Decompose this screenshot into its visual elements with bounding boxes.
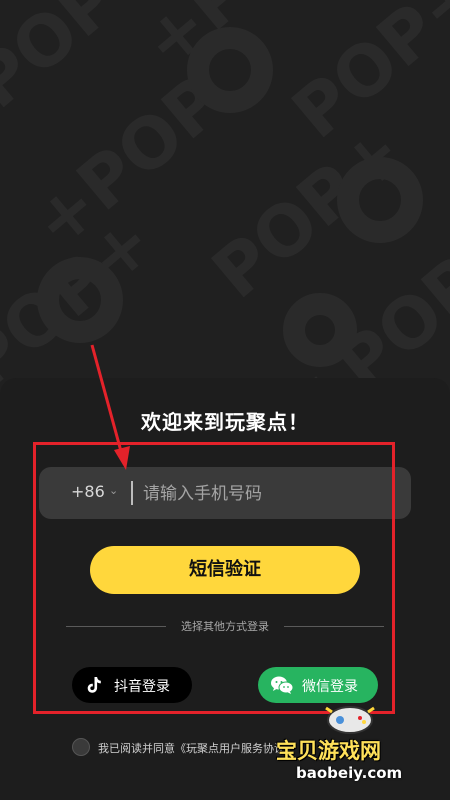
annotation-highlight-box — [33, 442, 395, 714]
svg-text:POP+: POP+ — [0, 200, 169, 400]
gamepad-logo-icon — [325, 706, 375, 734]
svg-text:POP+: POP+ — [197, 110, 419, 315]
watermark-domain: baobeiy.com — [296, 764, 403, 782]
background-pattern: POP+ +POP POP+ +POP POP+ POP+ +POP — [0, 0, 450, 400]
agreement-checkbox[interactable] — [72, 738, 90, 756]
watermark-title: 宝贝游戏网 — [276, 739, 381, 763]
agreement-text[interactable]: 我已阅读并同意《玩聚点用户服务协议》 — [98, 740, 296, 756]
watermark: 宝贝游戏网 baobeiy.com — [274, 700, 424, 795]
welcome-title: 欢迎来到玩聚点！ — [141, 410, 309, 434]
